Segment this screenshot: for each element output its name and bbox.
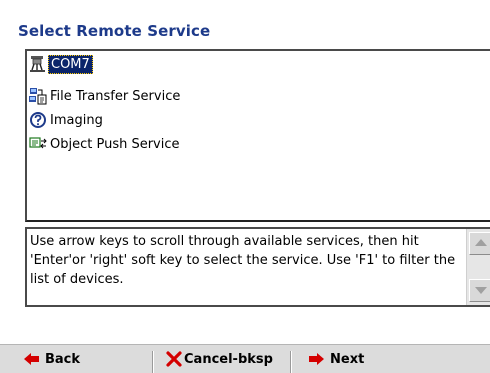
next-button[interactable]: Next — [307, 345, 364, 373]
softkey-bar: Back Cancel-bksp Next — [0, 344, 490, 373]
softkey-divider — [152, 351, 154, 373]
file-transfer-icon — [29, 87, 47, 105]
help-text-box[interactable]: Use arrow keys to scroll through availab… — [25, 227, 490, 307]
list-item-object-push[interactable]: Object Push Service — [29, 133, 182, 155]
imaging-icon — [29, 111, 47, 129]
list-item-imaging[interactable]: Imaging — [29, 109, 105, 131]
service-label: File Transfer Service — [50, 88, 181, 104]
back-label: Back — [45, 351, 81, 367]
cancel-x-icon — [165, 350, 183, 368]
help-text: Use arrow keys to scroll through availab… — [30, 234, 456, 287]
page-title: Select Remote Service — [18, 22, 211, 40]
list-item-com7[interactable]: COM7 — [29, 53, 93, 75]
service-label: Object Push Service — [50, 136, 180, 152]
cancel-label: Cancel-bksp — [184, 351, 273, 367]
arrow-down-icon — [475, 287, 487, 294]
service-label: COM7 — [48, 54, 93, 74]
back-button[interactable]: Back — [23, 345, 80, 373]
next-label: Next — [330, 351, 365, 367]
back-arrow-icon — [23, 350, 41, 368]
object-push-icon — [29, 135, 47, 153]
cancel-button[interactable]: Cancel-bksp — [165, 345, 273, 373]
scroll-up-button[interactable] — [469, 232, 490, 255]
service-list[interactable]: COM7 File Transfer Service Imaging Objec… — [25, 49, 490, 222]
softkey-divider — [290, 351, 292, 373]
list-item-file-transfer[interactable]: File Transfer Service — [29, 85, 182, 107]
help-scrollbar[interactable] — [466, 229, 490, 305]
scroll-down-button[interactable] — [469, 279, 490, 302]
arrow-up-icon — [475, 239, 487, 246]
next-arrow-icon — [307, 350, 325, 368]
serial-port-icon — [29, 55, 47, 73]
service-label: Imaging — [50, 112, 103, 128]
